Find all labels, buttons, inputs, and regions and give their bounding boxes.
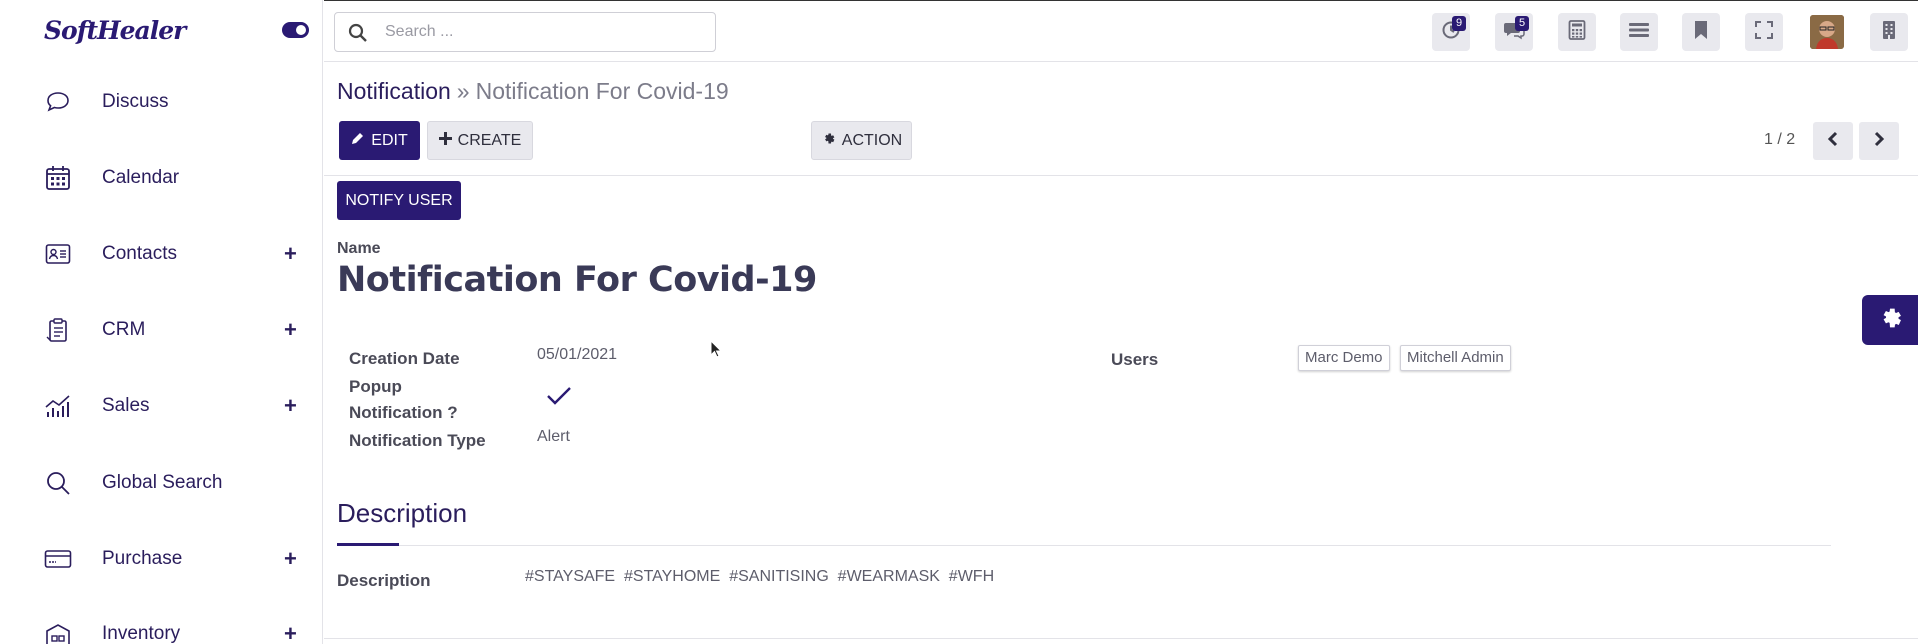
messages-count-badge: 5 xyxy=(1515,16,1529,31)
sidebar-item-label: Calendar xyxy=(102,167,180,188)
gear-icon xyxy=(821,131,836,151)
chevron-right-icon xyxy=(1873,131,1885,151)
fullscreen-button[interactable] xyxy=(1745,13,1783,51)
chat-bubble-icon xyxy=(44,88,72,116)
calculator-button[interactable] xyxy=(1558,13,1596,51)
top-bar: 9 5 xyxy=(324,0,1918,62)
description-section-tab[interactable]: Description xyxy=(337,498,467,529)
sidebar-item-contacts[interactable]: Contacts + xyxy=(0,223,322,285)
active-tab-underline xyxy=(337,543,399,546)
search-box[interactable] xyxy=(334,12,716,52)
form-bottom-divider xyxy=(324,638,1918,639)
edit-button[interactable]: EDIT xyxy=(339,121,420,160)
notification-type-value: Alert xyxy=(537,428,570,445)
clipboard-icon xyxy=(44,316,72,344)
credit-card-icon xyxy=(44,545,72,573)
control-panel-divider xyxy=(324,175,1918,176)
sidebar: SoftHealer Discuss Calendar Contacts + C… xyxy=(0,0,323,644)
sidebar-item-label: Contacts xyxy=(102,243,177,264)
users-label: Users xyxy=(1111,350,1159,369)
edit-button-label: EDIT xyxy=(371,131,408,149)
expand-plus-icon[interactable]: + xyxy=(284,546,297,572)
description-value: #STAYSAFE #STAYHOME #SANITISING #WEARMAS… xyxy=(525,568,995,585)
popup-notification-checkbox[interactable] xyxy=(546,385,572,411)
calendar-icon xyxy=(44,164,72,192)
notify-user-button-label: NOTIFY USER xyxy=(345,191,453,209)
sidebar-item-inventory[interactable]: Inventory + xyxy=(0,603,322,644)
bar-chart-icon xyxy=(44,392,72,420)
expand-icon xyxy=(1754,20,1774,44)
sidebar-item-sales[interactable]: Sales + xyxy=(0,375,322,437)
search-icon xyxy=(44,469,72,497)
name-field-label: Name xyxy=(337,240,381,257)
creation-date-value: 05/01/2021 xyxy=(537,346,618,363)
expand-plus-icon[interactable]: + xyxy=(284,621,297,644)
activity-button[interactable]: 9 xyxy=(1432,13,1470,51)
expand-plus-icon[interactable]: + xyxy=(284,393,297,419)
mouse-cursor-icon xyxy=(710,339,723,362)
expand-plus-icon[interactable]: + xyxy=(284,317,297,343)
gear-icon xyxy=(1876,304,1904,336)
bookmark-button[interactable] xyxy=(1682,13,1720,51)
breadcrumb-separator: » xyxy=(456,78,470,104)
pager-value[interactable]: 1 / 2 xyxy=(1764,131,1795,149)
sidebar-item-label: Purchase xyxy=(102,548,183,569)
bookmark-icon xyxy=(1693,20,1709,44)
expand-plus-icon[interactable]: + xyxy=(284,241,297,267)
search-input[interactable] xyxy=(385,19,705,45)
create-button[interactable]: CREATE xyxy=(427,121,533,160)
menu-button[interactable] xyxy=(1620,13,1658,51)
user-tag-mitchell-admin[interactable]: Mitchell Admin xyxy=(1400,345,1511,371)
action-button-label: ACTION xyxy=(841,131,903,149)
boxes-icon xyxy=(44,620,72,644)
record-title: Notification For Covid-19 xyxy=(337,260,817,300)
sidebar-item-discuss[interactable]: Discuss xyxy=(0,71,322,133)
create-button-label: CREATE xyxy=(457,131,522,149)
checkmark-icon xyxy=(546,387,572,411)
sidebar-toggle-switch[interactable] xyxy=(282,22,309,38)
notification-type-label: Notification Type xyxy=(349,431,486,450)
company-switcher-button[interactable] xyxy=(1870,13,1908,51)
user-avatar[interactable] xyxy=(1810,15,1844,49)
sidebar-item-label: CRM xyxy=(102,319,146,340)
user-tag-marc-demo[interactable]: Marc Demo xyxy=(1298,345,1390,371)
plus-icon xyxy=(438,131,452,150)
sidebar-item-global-search[interactable]: Global Search xyxy=(0,452,322,514)
sidebar-item-calendar[interactable]: Calendar xyxy=(0,147,322,209)
breadcrumb: Notification» Notification For Covid-19 xyxy=(337,78,729,105)
pencil-icon xyxy=(351,131,365,150)
sidebar-item-label: Sales xyxy=(102,395,150,416)
notify-user-button[interactable]: NOTIFY USER xyxy=(337,181,461,220)
chevron-left-icon xyxy=(1827,131,1839,151)
sidebar-item-label: Global Search xyxy=(102,472,223,493)
hamburger-icon xyxy=(1628,21,1650,43)
pager-next-button[interactable] xyxy=(1859,122,1899,160)
building-icon xyxy=(1881,20,1897,44)
search-icon xyxy=(348,23,368,47)
pager-previous-button[interactable] xyxy=(1813,122,1853,160)
creation-date-label: Creation Date xyxy=(349,349,460,368)
calculator-icon xyxy=(1568,20,1586,44)
app-logo[interactable]: SoftHealer xyxy=(44,16,186,45)
breadcrumb-parent-link[interactable]: Notification xyxy=(337,78,451,104)
popup-notification-label-line2: Notification ? xyxy=(349,403,458,422)
sidebar-item-label: Inventory xyxy=(102,623,181,644)
activity-count-badge: 9 xyxy=(1452,16,1466,31)
sidebar-item-label: Discuss xyxy=(102,91,169,112)
sidebar-item-purchase[interactable]: Purchase + xyxy=(0,528,322,590)
popup-notification-label-line1: Popup xyxy=(349,377,402,396)
sidebar-item-crm[interactable]: CRM + xyxy=(0,299,322,361)
contact-card-icon xyxy=(44,240,72,268)
floating-settings-button[interactable] xyxy=(1862,295,1918,345)
section-divider xyxy=(399,545,1831,546)
breadcrumb-current: Notification For Covid-19 xyxy=(475,78,729,104)
messages-button[interactable]: 5 xyxy=(1495,13,1533,51)
action-button[interactable]: ACTION xyxy=(811,121,912,160)
description-label: Description xyxy=(337,571,431,590)
